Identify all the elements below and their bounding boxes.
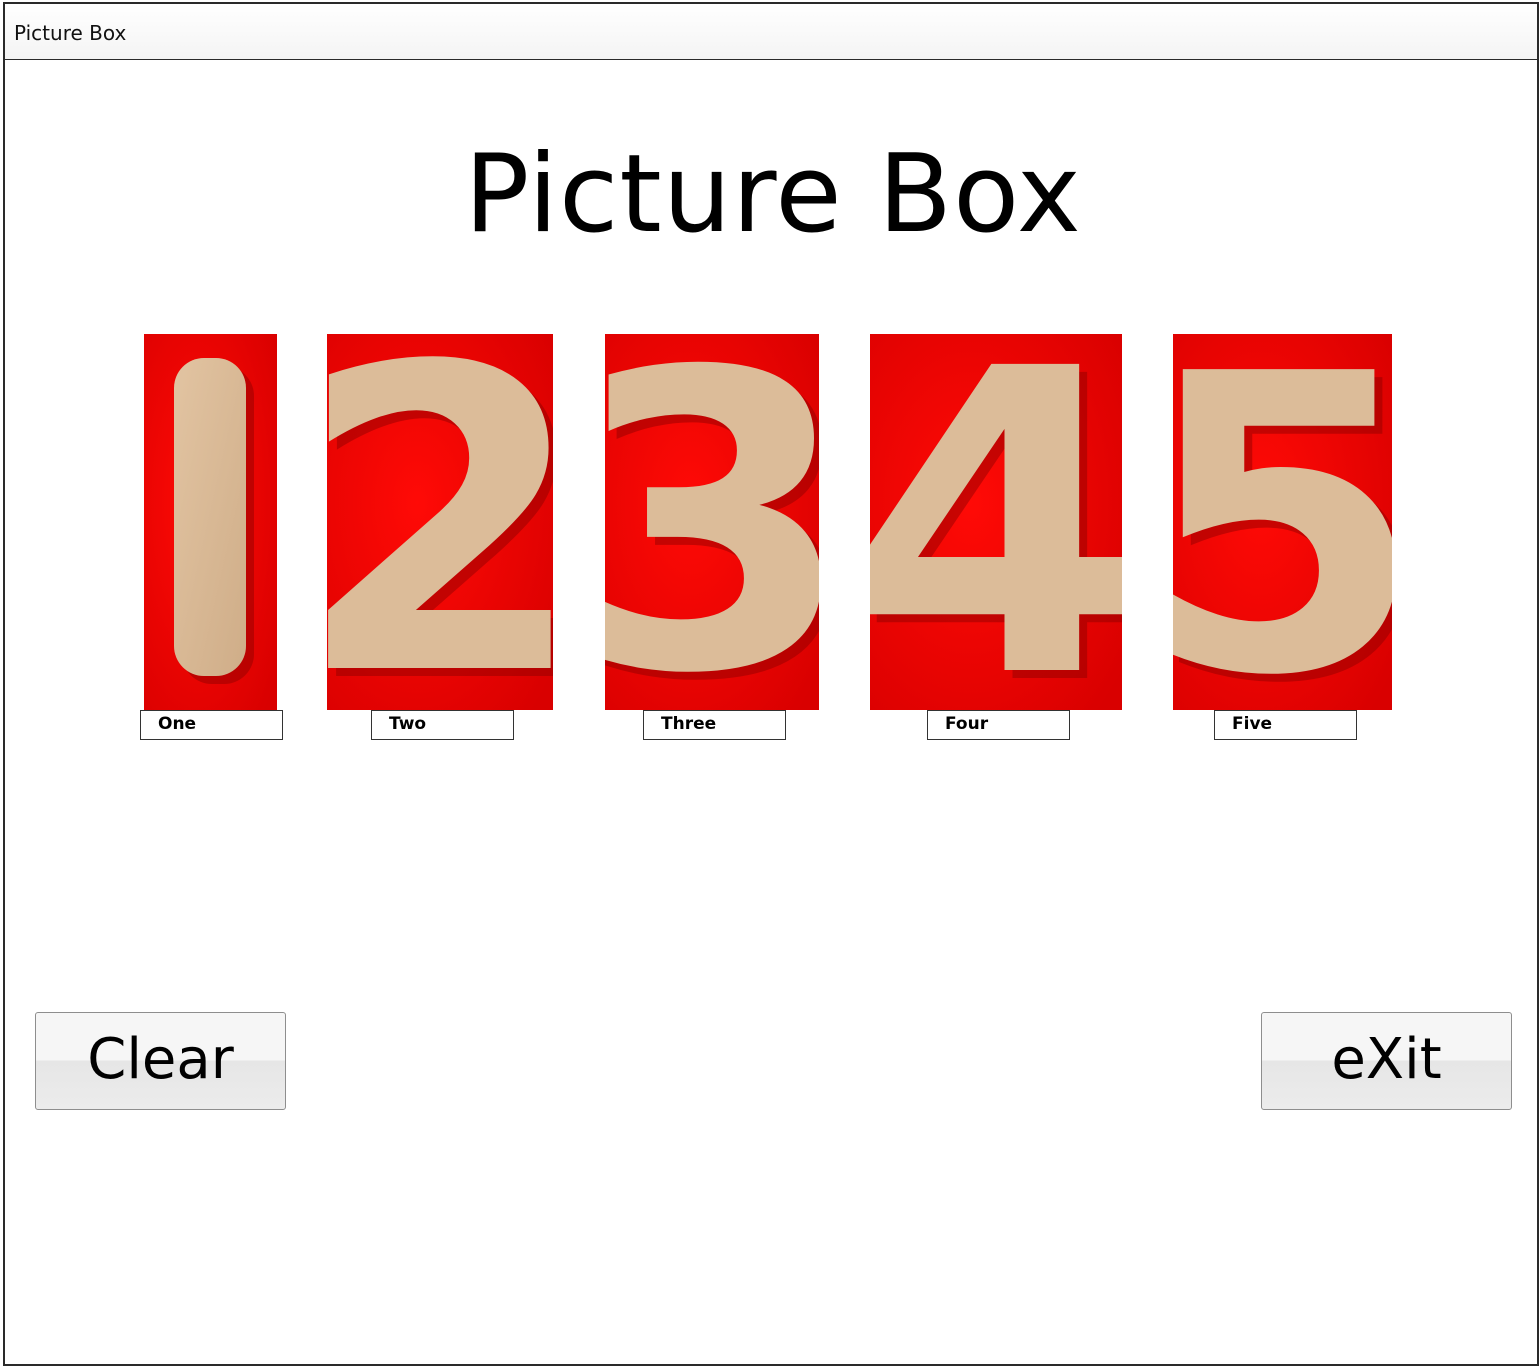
digit-five-image: 5 5 <box>1173 334 1392 710</box>
picture-label-three: Three <box>643 710 786 740</box>
picture-label-one: One <box>140 710 283 740</box>
picture-label-five: Five <box>1214 710 1357 740</box>
digit-one-image <box>144 334 277 710</box>
page-heading: Picture Box <box>464 132 1082 257</box>
digit-two-image: 2 2 <box>327 334 553 710</box>
window-title: Picture Box <box>14 21 127 45</box>
picture-box-four[interactable]: 4 4 <box>870 334 1122 710</box>
svg-text:3: 3 <box>605 334 819 710</box>
clear-button[interactable]: Clear <box>35 1012 286 1110</box>
svg-text:2: 2 <box>327 334 553 710</box>
picture-box-three[interactable]: 3 3 <box>605 334 819 710</box>
picture-box-five[interactable]: 5 5 <box>1173 334 1392 710</box>
picture-box-one[interactable] <box>144 334 277 710</box>
app-window: Picture Box Picture Box One 2 2 Two 3 3 … <box>3 2 1539 1366</box>
svg-text:5: 5 <box>1173 334 1392 710</box>
picture-box-two[interactable]: 2 2 <box>327 334 553 710</box>
picture-label-two: Two <box>371 710 514 740</box>
svg-text:4: 4 <box>870 334 1122 710</box>
picture-label-four: Four <box>927 710 1070 740</box>
digit-three-image: 3 3 <box>605 334 819 710</box>
exit-button[interactable]: eXit <box>1261 1012 1512 1110</box>
title-bar[interactable]: Picture Box <box>5 4 1537 60</box>
digit-four-image: 4 4 <box>870 334 1122 710</box>
